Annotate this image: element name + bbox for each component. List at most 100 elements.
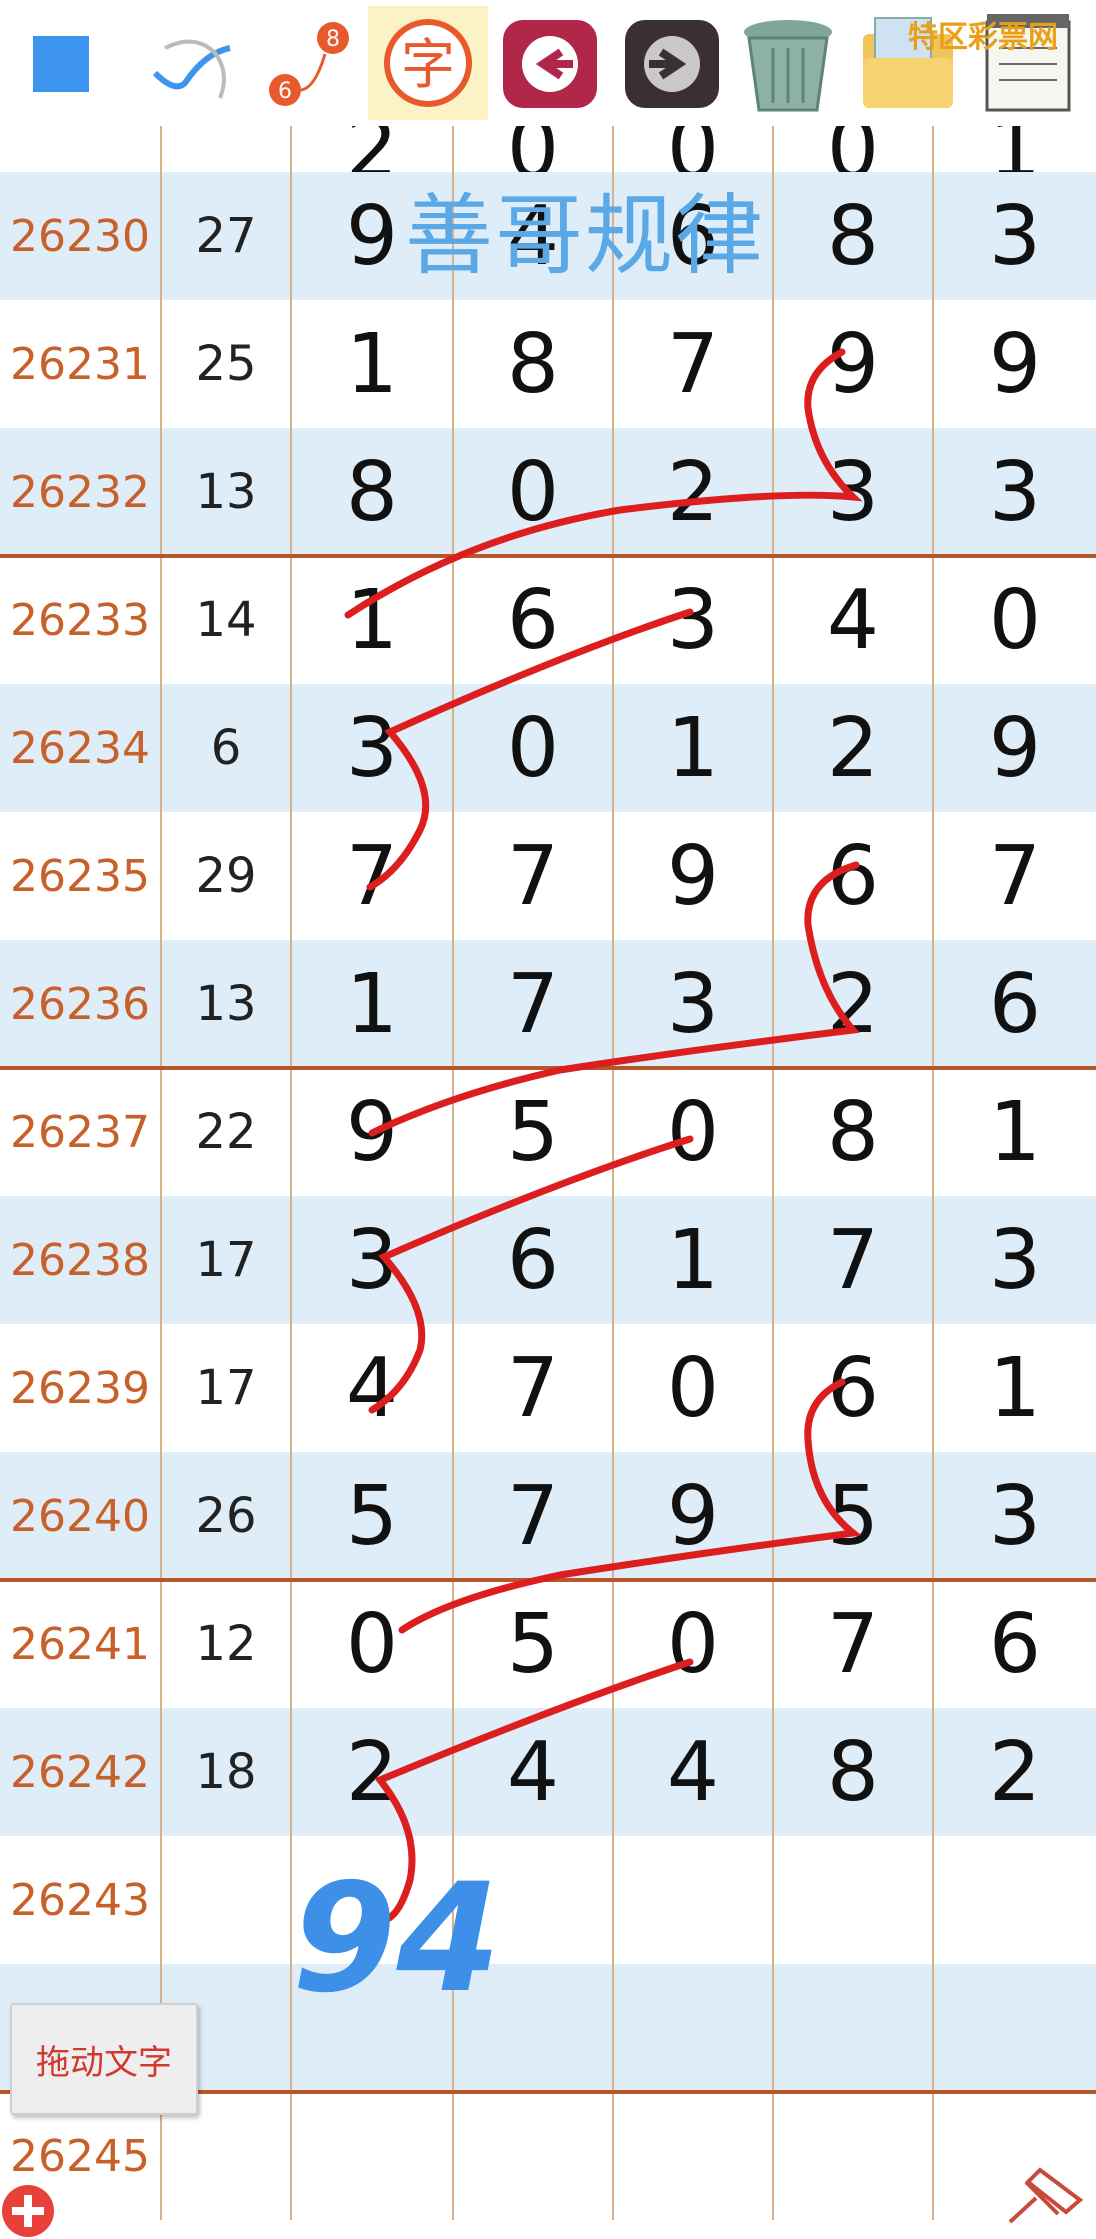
issue-number: 26238	[0, 1196, 162, 1324]
table-row: 26232 13 8 0 2 3 3	[0, 428, 1096, 556]
digit-cell: 3	[614, 556, 774, 684]
digit-cell: 0	[988, 572, 1042, 668]
digit-cell: 7	[774, 1196, 934, 1324]
sum-value: 26	[162, 1452, 292, 1580]
trash-icon[interactable]	[728, 6, 848, 120]
lottery-table: 2000126230279468326231251879926232138023…	[0, 126, 1096, 2235]
digit-cell: 8	[774, 1068, 934, 1196]
digit-cell: 1	[988, 1084, 1042, 1180]
issue-number: 26235	[0, 812, 162, 940]
table-row: 26233 14 1 6 3 4 0	[0, 556, 1096, 684]
group-separator	[0, 554, 1096, 558]
digit-cell: 6	[774, 812, 934, 940]
issue-number: 26231	[0, 300, 162, 428]
sum-value: 17	[162, 1324, 292, 1452]
digit-cell	[774, 2092, 934, 2220]
table-row: 26237 22 9 5 0 8 1	[0, 1068, 1096, 1196]
issue-number: 26236	[0, 940, 162, 1068]
digit-cell: 3	[292, 1196, 454, 1324]
digit-cell: 1	[614, 1196, 774, 1324]
digit-cell	[614, 1964, 774, 2092]
digit-cell	[292, 2092, 454, 2220]
digit-cell: 3	[988, 188, 1042, 284]
digit-cell: 1	[934, 126, 1096, 172]
sum-value: 6	[162, 684, 292, 812]
digit-cell: 5	[774, 1452, 934, 1580]
sum-cell	[162, 126, 292, 172]
table-row: 26238 17 3 6 1 7 3	[0, 1196, 1096, 1324]
digit-cell: 1	[614, 684, 774, 812]
badge-bottom: 6	[278, 79, 292, 104]
table-row: 26240 26 5 7 9 5 3	[0, 1452, 1096, 1580]
add-icon[interactable]	[0, 2183, 56, 2239]
digit-cell: 4	[454, 1708, 614, 1836]
badge-top: 8	[326, 27, 340, 52]
digit-cell: 3	[988, 1212, 1042, 1308]
toolbar: 8 6 字 特区彩票网	[0, 0, 1096, 127]
sum-value: 13	[162, 428, 292, 556]
issue-number: 26232	[0, 428, 162, 556]
digit-cell: 7	[988, 828, 1042, 924]
sum-value: 14	[162, 556, 292, 684]
digit-cell: 9	[614, 1452, 774, 1580]
issue-number: 26242	[0, 1708, 162, 1836]
digit-cell: 4	[774, 556, 934, 684]
group-separator	[0, 1578, 1096, 1582]
sum-value: 17	[162, 1196, 292, 1324]
digit-cell: 5	[454, 1068, 614, 1196]
digit-cell: 9	[774, 300, 934, 428]
digit-cell	[774, 1964, 934, 2092]
table-row: 26239 17 4 7 0 6 1	[0, 1324, 1096, 1452]
forward-arrow-icon[interactable]	[612, 6, 732, 120]
digit-cell	[934, 1836, 1096, 1964]
drag-text-button[interactable]: 拖动文字	[10, 2003, 198, 2115]
overlay-title: 善哥规律	[405, 184, 766, 287]
digit-cell	[454, 2092, 614, 2220]
digit-cell: 6	[454, 1196, 614, 1324]
font-button[interactable]: 字	[368, 6, 488, 120]
sum-value: 25	[162, 300, 292, 428]
digit-cell: 2	[988, 1724, 1042, 1820]
digit-cell: 4	[614, 1708, 774, 1836]
sum-value: 29	[162, 812, 292, 940]
digit-cell: 1	[292, 940, 454, 1068]
digit-cell: 0	[614, 1068, 774, 1196]
digit-cell	[292, 1836, 454, 1964]
table-row: 26231 25 1 8 7 9 9	[0, 300, 1096, 428]
digit-cell: 1	[292, 556, 454, 684]
table-row: 26242 18 2 4 4 8 2	[0, 1708, 1096, 1836]
digit-cell: 2	[292, 1708, 454, 1836]
digit-cell: 1	[988, 1340, 1042, 1436]
digit-cell	[454, 1964, 614, 2092]
sum-value: 22	[162, 1068, 292, 1196]
digit-cell: 5	[454, 1580, 614, 1708]
digit-cell: 8	[292, 428, 454, 556]
back-arrow-icon[interactable]	[490, 6, 610, 120]
digit-cell: 0	[454, 684, 614, 812]
issue-number: 26230	[0, 172, 162, 300]
issue-number: 26234	[0, 684, 162, 812]
digit-cell	[292, 1964, 454, 2092]
digit-cell: 1	[292, 300, 454, 428]
checkmark-icon[interactable]	[130, 6, 250, 120]
pin-icon[interactable]	[1000, 2160, 1090, 2230]
digit-cell: 9	[614, 812, 774, 940]
digit-cell: 7	[454, 940, 614, 1068]
digit-cell: 0	[614, 1324, 774, 1452]
ball-number-icon[interactable]: 8 6	[250, 6, 370, 120]
brand-label: 特区彩票网	[908, 20, 1058, 55]
digit-cell: 2	[614, 428, 774, 556]
issue-number: 26239	[0, 1324, 162, 1452]
issue-number: 26241	[0, 1580, 162, 1708]
square-icon[interactable]	[0, 6, 120, 120]
digit-cell	[774, 1836, 934, 1964]
digit-cell: 7	[454, 1324, 614, 1452]
sum-value: 18	[162, 1708, 292, 1836]
digit-cell	[614, 2092, 774, 2220]
font-icon: 字	[401, 33, 455, 96]
table-row: 26236 13 1 7 3 2 6	[0, 940, 1096, 1068]
digit-cell: 0	[614, 1580, 774, 1708]
digit-cell: 5	[292, 1452, 454, 1580]
group-separator	[0, 1066, 1096, 1070]
digit-cell: 7	[774, 1580, 934, 1708]
